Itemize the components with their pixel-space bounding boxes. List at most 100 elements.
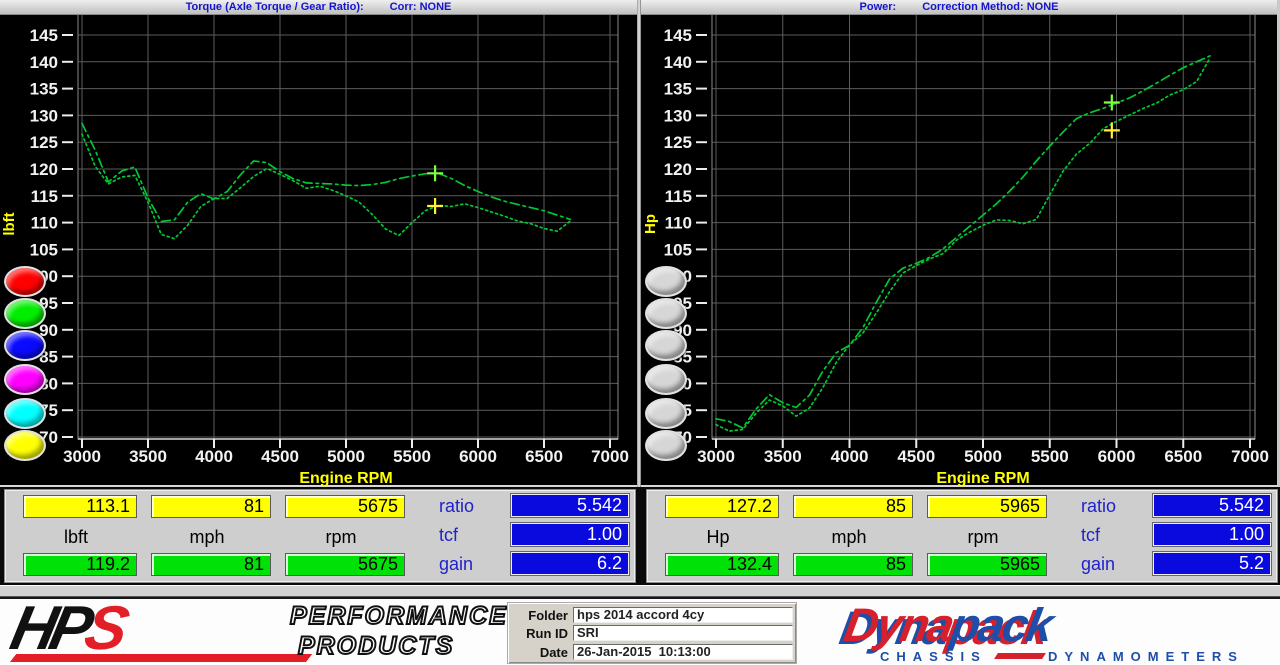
dynapack-logo-pack: pack bbox=[947, 598, 1055, 651]
dynapack-caption-chassis: CHASSIS bbox=[880, 649, 987, 664]
x-axis-title: Engine RPM bbox=[936, 470, 1029, 487]
torque-chart-header: Torque (Axle Torque / Gear Ratio): Corr:… bbox=[0, 0, 637, 15]
power-run-button-4[interactable] bbox=[645, 364, 687, 395]
power-cursor-speed-yellow: 85 bbox=[793, 495, 913, 518]
torque-header-title: Torque (Axle Torque / Gear Ratio): bbox=[186, 1, 364, 13]
gridlines bbox=[712, 15, 1255, 439]
torque-header-correction: Corr: NONE bbox=[390, 1, 452, 13]
svg-text:5000: 5000 bbox=[327, 447, 365, 466]
dynapack-caption-dynamometers: DYNAMOMETERS bbox=[1048, 649, 1244, 664]
power-cursor-value-green: 132.4 bbox=[665, 553, 779, 576]
torque-cursor-value-green: 119.2 bbox=[23, 553, 137, 576]
power-plot[interactable]: 7075808590951001051101151201251301351401… bbox=[641, 14, 1277, 487]
tcf-label: tcf bbox=[1081, 525, 1145, 545]
hps-logo: HPS bbox=[6, 599, 134, 659]
ratio-label: ratio bbox=[1081, 496, 1145, 516]
gain-value: 6.2 bbox=[511, 552, 629, 575]
svg-text:3000: 3000 bbox=[63, 447, 101, 466]
power-run-dashdot bbox=[716, 56, 1210, 428]
dynapack-logo: Dynapack bbox=[841, 601, 1056, 649]
torque-cursor-rpm-green: 5675 bbox=[285, 553, 405, 576]
dynapack-logo-dyna: Dyna bbox=[840, 598, 956, 651]
folder-label: Folder bbox=[508, 608, 568, 623]
speed-unit-label: mph bbox=[151, 526, 263, 548]
yellow-cursor[interactable] bbox=[1104, 122, 1120, 138]
torque-cursor-rpm-yellow: 5675 bbox=[285, 495, 405, 518]
torque-run-button-5[interactable] bbox=[4, 398, 46, 429]
power-cursor-rpm-green: 5965 bbox=[927, 553, 1047, 576]
hps-swoosh bbox=[10, 654, 312, 662]
run-id-label: Run ID bbox=[508, 626, 568, 641]
svg-text:7000: 7000 bbox=[1231, 447, 1269, 466]
power-run-button-5[interactable] bbox=[645, 398, 687, 429]
svg-text:3500: 3500 bbox=[129, 447, 167, 466]
power-chart-panel: Power: Correction Method: NONE 707580859… bbox=[641, 0, 1280, 487]
green-cursor[interactable] bbox=[427, 165, 443, 181]
gain-value: 5.2 bbox=[1153, 552, 1271, 575]
date-field[interactable]: 26-Jan-2015 10:13:00 bbox=[573, 644, 793, 660]
power-run-button-6[interactable] bbox=[645, 430, 687, 461]
power-run-button-1[interactable] bbox=[645, 266, 687, 297]
dynapack-swoosh bbox=[994, 653, 1046, 659]
power-chart-header: Power: Correction Method: NONE bbox=[641, 0, 1277, 15]
svg-text:6000: 6000 bbox=[1098, 447, 1136, 466]
footer-bar: HPS PERFORMANCE PRODUCTS Folder hps 2014… bbox=[0, 597, 1280, 665]
horizontal-divider bbox=[0, 585, 1280, 597]
torque-cursor-speed-yellow: 81 bbox=[151, 495, 271, 518]
power-run-button-3[interactable] bbox=[645, 330, 687, 361]
torque-run-dashdot bbox=[82, 123, 570, 221]
power-cursor-rpm-yellow: 5965 bbox=[927, 495, 1047, 518]
rpm-unit-label: rpm bbox=[927, 526, 1039, 548]
power-run-button-2[interactable] bbox=[645, 298, 687, 329]
torque-plot[interactable]: 7075808590951001051101151201251301351401… bbox=[0, 14, 637, 487]
run-id-field[interactable]: SRI bbox=[573, 625, 793, 641]
torque-unit-label: lbft bbox=[23, 526, 129, 548]
axis-ticks bbox=[62, 35, 610, 448]
power-cursor-value-yellow: 127.2 bbox=[665, 495, 779, 518]
torque-run-button-1[interactable] bbox=[4, 266, 46, 297]
readout-row: 113.1 81 5675 lbft mph rpm 119.2 81 5675… bbox=[0, 487, 1280, 585]
tcf-label: tcf bbox=[439, 525, 503, 545]
date-label: Date bbox=[508, 645, 568, 660]
run-info-panel: Folder hps 2014 accord 4cy Run ID SRI Da… bbox=[508, 603, 796, 663]
ratio-label: ratio bbox=[439, 496, 503, 516]
svg-text:6500: 6500 bbox=[1164, 447, 1202, 466]
hps-tagline: PERFORMANCE PRODUCTS bbox=[290, 601, 508, 661]
gain-label: gain bbox=[1081, 554, 1145, 574]
torque-readout-panel: 113.1 81 5675 lbft mph rpm 119.2 81 5675… bbox=[4, 489, 636, 583]
svg-text:5000: 5000 bbox=[964, 447, 1002, 466]
svg-text:3500: 3500 bbox=[764, 447, 802, 466]
torque-chart-panel: Torque (Axle Torque / Gear Ratio): Corr:… bbox=[0, 0, 637, 487]
svg-text:4500: 4500 bbox=[897, 447, 935, 466]
folder-field[interactable]: hps 2014 accord 4cy bbox=[573, 607, 793, 623]
axis-tick-labels: 7075808590951001051101151201251301351401… bbox=[664, 26, 1269, 466]
ratio-value: 5.542 bbox=[1153, 494, 1271, 517]
power-readout-panel: 127.2 85 5965 Hp mph rpm 132.4 85 5965 r… bbox=[646, 489, 1278, 583]
torque-run-button-6[interactable] bbox=[4, 430, 46, 461]
svg-text:7000: 7000 bbox=[591, 447, 629, 466]
svg-text:3000: 3000 bbox=[697, 447, 735, 466]
torque-run-buttons bbox=[4, 0, 50, 473]
power-header-title: Power: bbox=[860, 1, 897, 13]
svg-text:6500: 6500 bbox=[525, 447, 563, 466]
x-axis-title: Engine RPM bbox=[299, 470, 392, 487]
hps-tagline-line2: PRODUCTS bbox=[298, 631, 508, 661]
svg-text:6000: 6000 bbox=[459, 447, 497, 466]
ratio-value: 5.542 bbox=[511, 494, 629, 517]
rpm-unit-label: rpm bbox=[285, 526, 397, 548]
torque-run-button-4[interactable] bbox=[4, 364, 46, 395]
tcf-value: 1.00 bbox=[1153, 523, 1271, 546]
gain-label: gain bbox=[439, 554, 503, 574]
axis-tick-labels: 7075808590951001051101151201251301351401… bbox=[30, 26, 629, 466]
hps-tagline-line1: PERFORMANCE bbox=[290, 601, 508, 631]
torque-run-button-3[interactable] bbox=[4, 330, 46, 361]
green-cursor[interactable] bbox=[1104, 95, 1120, 111]
svg-text:4000: 4000 bbox=[831, 447, 869, 466]
svg-text:5500: 5500 bbox=[1031, 447, 1069, 466]
power-run-buttons bbox=[645, 0, 691, 473]
torque-run-button-2[interactable] bbox=[4, 298, 46, 329]
yellow-cursor[interactable] bbox=[427, 198, 443, 214]
speed-unit-label: mph bbox=[793, 526, 905, 548]
power-cursor-speed-green: 85 bbox=[793, 553, 913, 576]
svg-text:5500: 5500 bbox=[393, 447, 431, 466]
